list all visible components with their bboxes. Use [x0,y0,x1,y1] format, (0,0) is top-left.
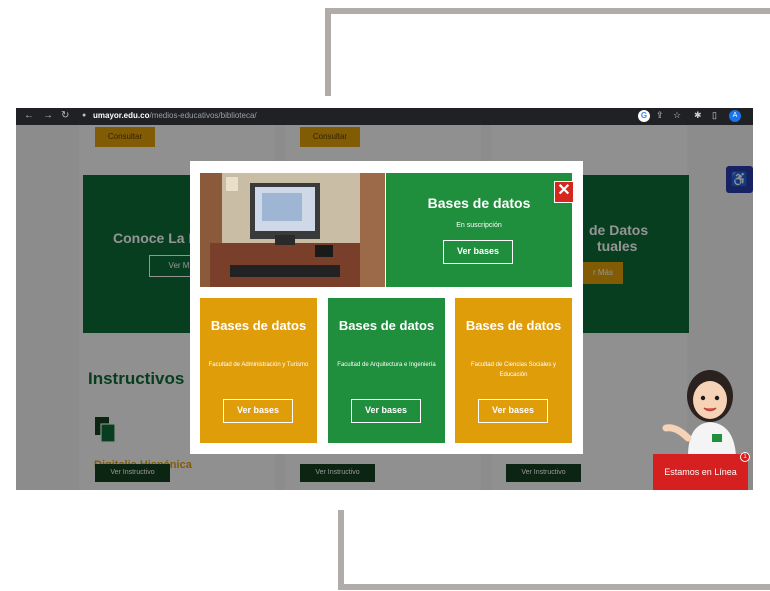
decorative-frame-bottom [338,510,770,590]
browser-toolbar: ← → ↻ ● umayor.edu.co/medios-educativos/… [16,108,753,125]
card-arquitectura-subtitle: Facultad de Arquitectura e Ingeniería [337,362,436,368]
url-path: /medios-educativos/biblioteca/ [149,111,257,120]
ver-bases-administracion-button[interactable]: Ver bases [223,399,293,423]
chat-notification-count: 1 [740,452,750,462]
bases-de-datos-modal: Bases de datos En suscripción Ver bases … [190,161,583,454]
profile-avatar[interactable]: A [729,110,741,122]
address-bar[interactable]: umayor.edu.co/medios-educativos/bibliote… [93,111,257,120]
browser-screenshot: ← → ↻ ● umayor.edu.co/medios-educativos/… [16,108,753,490]
ver-bases-arquitectura-button[interactable]: Ver bases [351,399,421,423]
lock-icon: ● [82,112,87,119]
decorative-frame-top [325,8,770,96]
computer-photo [200,173,385,287]
extension-icon[interactable]: ✱ [694,110,702,121]
card-ciencias-sociales-subtitle: Facultad de Ciencias Sociales y Educació… [470,362,557,378]
card-administracion-subtitle: Facultad de Administración y Turismo [208,362,309,368]
card-arquitectura: Bases de datos Facultad de Arquitectura … [328,298,445,443]
star-icon[interactable]: ☆ [673,110,681,121]
bases-suscripcion-panel: Bases de datos En suscripción Ver bases [386,173,572,287]
card-arquitectura-title: Bases de datos [338,318,435,333]
share-icon[interactable]: ⇪ [656,110,664,121]
chat-online-button[interactable]: Estamos en Línea [653,454,748,490]
forward-arrow-icon[interactable]: → [43,110,53,121]
card-ciencias-sociales-title: Bases de datos [465,318,562,333]
card-administracion: Bases de datos Facultad de Administració… [200,298,317,443]
ver-bases-suscripcion-button[interactable]: Ver bases [443,240,513,264]
url-domain: umayor.edu.co [93,111,150,120]
suscripcion-subtitle: En suscripción [456,222,502,229]
card-administracion-title: Bases de datos [210,318,307,333]
card-ciencias-sociales: Bases de datos Facultad de Ciencias Soci… [455,298,572,443]
ver-bases-ciencias-sociales-button[interactable]: Ver bases [478,399,548,423]
back-arrow-icon[interactable]: ← [24,110,34,121]
suscripcion-title: Bases de datos [427,195,531,211]
reload-icon[interactable]: ↻ [61,110,69,121]
close-icon[interactable]: ✕ [554,181,574,203]
google-icon[interactable]: G [638,110,650,122]
chat-assistant-avatar[interactable] [648,356,748,456]
sidebar-icon[interactable]: ▯ [712,110,717,121]
